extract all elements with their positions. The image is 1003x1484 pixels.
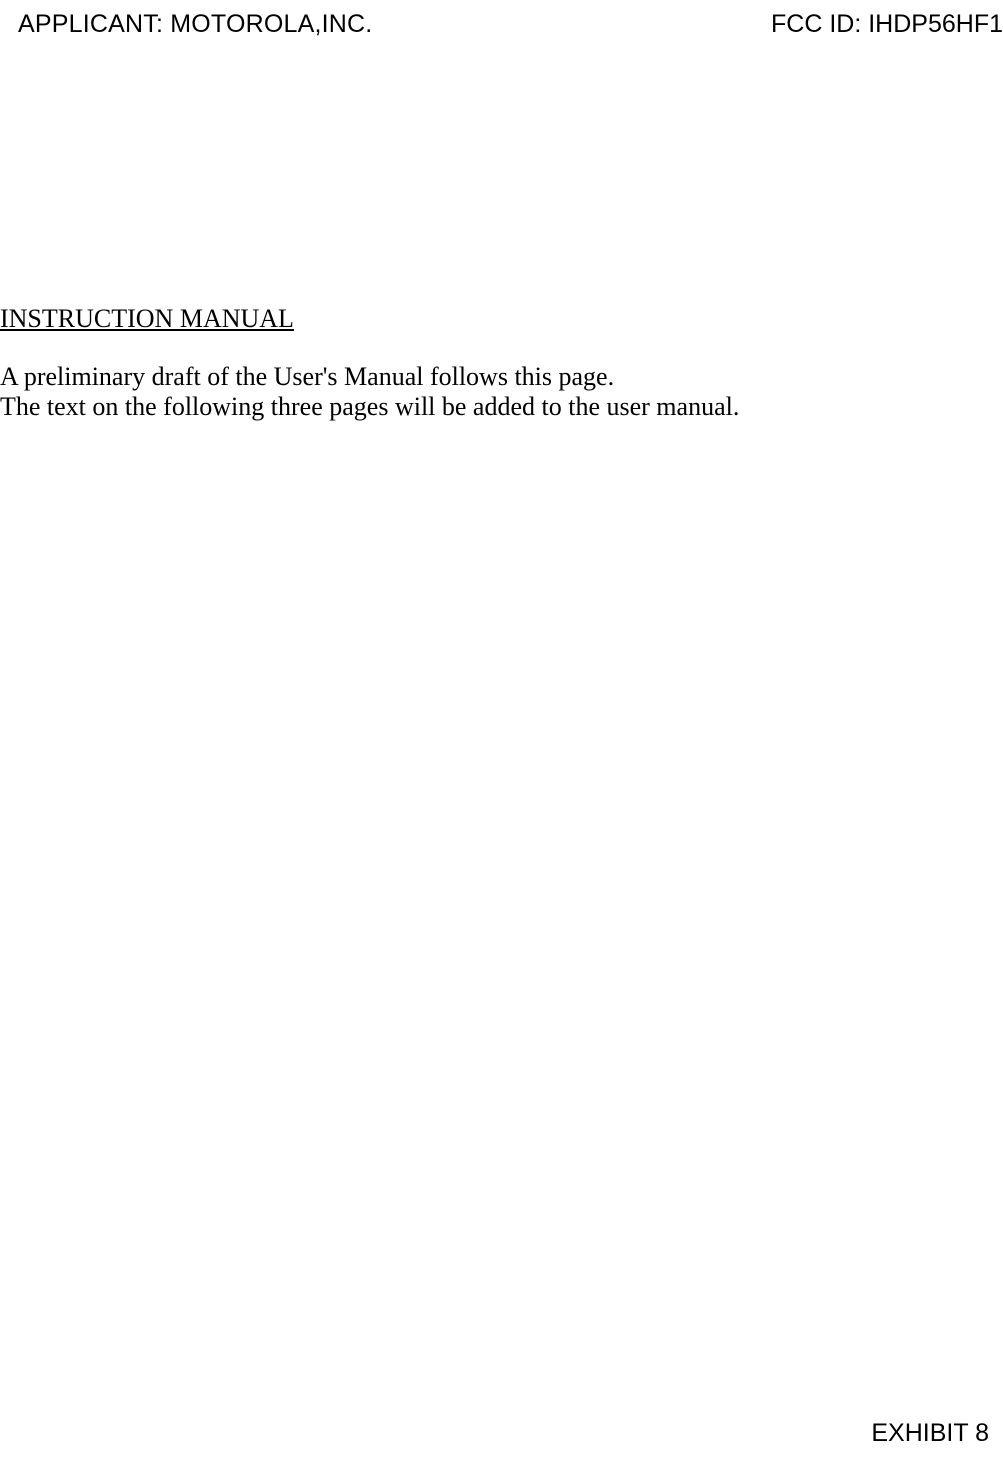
paragraph-line-1: A preliminary draft of the User's Manual…	[0, 362, 739, 392]
section-heading: INSTRUCTION MANUAL	[0, 304, 294, 334]
exhibit-footer: EXHIBIT 8	[871, 1419, 989, 1448]
body-paragraph: A preliminary draft of the User's Manual…	[0, 362, 739, 422]
document-page: APPLICANT: MOTOROLA,INC. FCC ID: IHDP56H…	[0, 0, 1003, 1484]
paragraph-line-2: The text on the following three pages wi…	[0, 392, 739, 422]
applicant-header: APPLICANT: MOTOROLA,INC.	[18, 10, 372, 39]
fcc-id-header: FCC ID: IHDP56HF1	[771, 10, 1003, 39]
